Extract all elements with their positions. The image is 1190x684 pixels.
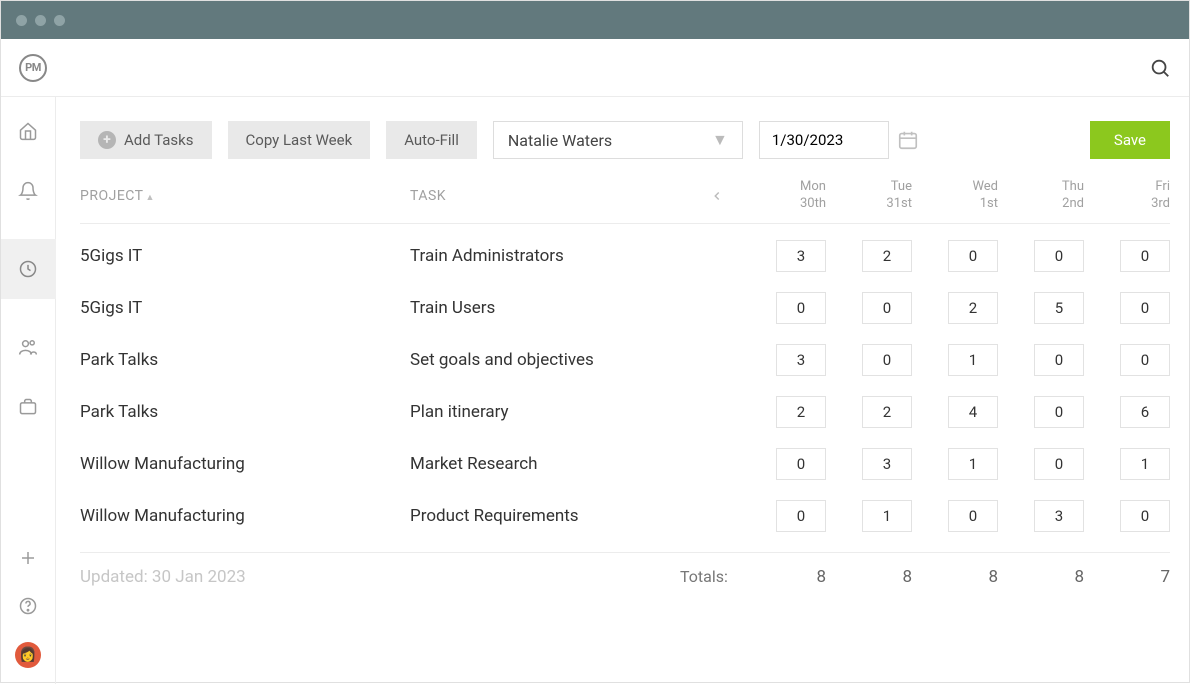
column-project[interactable]: PROJECT▲ — [80, 187, 410, 205]
sort-asc-icon: ▲ — [146, 193, 155, 203]
home-icon[interactable] — [16, 119, 40, 143]
hours-input[interactable] — [776, 292, 826, 324]
add-icon[interactable] — [16, 546, 40, 570]
table-row: Park TalksPlan itinerary — [80, 380, 1170, 432]
column-day-3: Thu2nd — [998, 179, 1084, 213]
cell-task: Market Research — [410, 454, 710, 474]
cell-project: 5Gigs IT — [80, 298, 410, 318]
table-row: 5Gigs ITTrain Users — [80, 276, 1170, 328]
cell-task: Train Users — [410, 298, 710, 318]
hours-input[interactable] — [1034, 344, 1084, 376]
hours-input[interactable] — [948, 292, 998, 324]
hours-input[interactable] — [1120, 292, 1170, 324]
auto-fill-button[interactable]: Auto-Fill — [386, 121, 477, 159]
column-task[interactable]: TASK — [410, 187, 710, 205]
user-select[interactable]: Natalie Waters ▼ — [493, 121, 743, 159]
cell-project: Park Talks — [80, 350, 410, 370]
save-label: Save — [1114, 131, 1146, 149]
copy-last-week-label: Copy Last Week — [246, 131, 353, 149]
table-row: Willow ManufacturingMarket Research — [80, 432, 1170, 484]
hours-input[interactable] — [1120, 500, 1170, 532]
app-logo[interactable]: PM — [19, 54, 47, 82]
table-row: 5Gigs ITTrain Administrators — [80, 224, 1170, 276]
total-1: 8 — [826, 567, 912, 587]
calendar-icon[interactable] — [897, 129, 919, 151]
hours-input[interactable] — [776, 396, 826, 428]
auto-fill-label: Auto-Fill — [404, 131, 459, 149]
table-header: PROJECT▲ TASK Mon30th Tue31st Wed1st Thu… — [80, 179, 1170, 224]
table-row: Park TalksSet goals and objectives — [80, 328, 1170, 380]
window-zoom-dot[interactable] — [54, 15, 65, 26]
hours-input[interactable] — [948, 240, 998, 272]
total-3: 8 — [998, 567, 1084, 587]
hours-input[interactable] — [1120, 344, 1170, 376]
cell-project: Park Talks — [80, 402, 410, 422]
hours-input[interactable] — [1120, 448, 1170, 480]
hours-input[interactable] — [776, 448, 826, 480]
hours-input[interactable] — [862, 448, 912, 480]
total-4: 7 — [1084, 567, 1170, 587]
hours-input[interactable] — [1034, 292, 1084, 324]
total-0: 8 — [740, 567, 826, 587]
date-input[interactable] — [759, 121, 889, 159]
totals-label: Totals: — [680, 567, 710, 586]
hours-input[interactable] — [776, 500, 826, 532]
user-select-value: Natalie Waters — [508, 131, 612, 150]
column-day-0: Mon30th — [740, 179, 826, 213]
cell-project: 5Gigs IT — [80, 246, 410, 266]
sidebar: 👩 — [1, 97, 56, 684]
window-titlebar — [1, 1, 1189, 39]
column-day-2: Wed1st — [912, 179, 998, 213]
add-tasks-label: Add Tasks — [124, 131, 194, 149]
clock-icon[interactable] — [1, 239, 56, 299]
cell-task: Product Requirements — [410, 506, 710, 526]
hours-input[interactable] — [948, 396, 998, 428]
bell-icon[interactable] — [16, 179, 40, 203]
hours-input[interactable] — [1034, 500, 1084, 532]
hours-input[interactable] — [1034, 240, 1084, 272]
hours-input[interactable] — [1034, 448, 1084, 480]
briefcase-icon[interactable] — [16, 395, 40, 419]
table-row: Willow ManufacturingProduct Requirements — [80, 484, 1170, 536]
cell-task: Train Administrators — [410, 246, 710, 266]
window-minimize-dot[interactable] — [35, 15, 46, 26]
users-icon[interactable] — [16, 335, 40, 359]
search-icon[interactable] — [1149, 57, 1171, 79]
help-icon[interactable] — [16, 594, 40, 618]
hours-input[interactable] — [776, 344, 826, 376]
cell-project: Willow Manufacturing — [80, 506, 410, 526]
column-day-1: Tue31st — [826, 179, 912, 213]
hours-input[interactable] — [948, 448, 998, 480]
updated-label: Updated: 30 Jan 2023 — [80, 567, 410, 587]
column-day-4: Fri3rd — [1084, 179, 1170, 213]
hours-input[interactable] — [948, 500, 998, 532]
copy-last-week-button[interactable]: Copy Last Week — [228, 121, 371, 159]
cell-task: Plan itinerary — [410, 402, 710, 422]
totals-row: Updated: 30 Jan 2023 Totals: 8 8 8 8 7 — [80, 552, 1170, 587]
prev-week-icon[interactable] — [710, 189, 740, 203]
toolbar: + Add Tasks Copy Last Week Auto-Fill Nat… — [80, 121, 1170, 159]
hours-input[interactable] — [862, 344, 912, 376]
hours-input[interactable] — [1120, 240, 1170, 272]
top-bar: PM — [1, 39, 1189, 97]
hours-input[interactable] — [948, 344, 998, 376]
hours-input[interactable] — [862, 292, 912, 324]
avatar[interactable]: 👩 — [15, 642, 41, 668]
total-2: 8 — [912, 567, 998, 587]
hours-input[interactable] — [776, 240, 826, 272]
main-content: + Add Tasks Copy Last Week Auto-Fill Nat… — [56, 97, 1190, 684]
plus-circle-icon: + — [98, 131, 116, 149]
cell-task: Set goals and objectives — [410, 350, 710, 370]
chevron-down-icon: ▼ — [712, 130, 728, 150]
hours-input[interactable] — [1034, 396, 1084, 428]
window-close-dot[interactable] — [16, 15, 27, 26]
hours-input[interactable] — [862, 500, 912, 532]
hours-input[interactable] — [862, 396, 912, 428]
cell-project: Willow Manufacturing — [80, 454, 410, 474]
hours-input[interactable] — [862, 240, 912, 272]
add-tasks-button[interactable]: + Add Tasks — [80, 121, 212, 159]
hours-input[interactable] — [1120, 396, 1170, 428]
save-button[interactable]: Save — [1090, 121, 1170, 159]
